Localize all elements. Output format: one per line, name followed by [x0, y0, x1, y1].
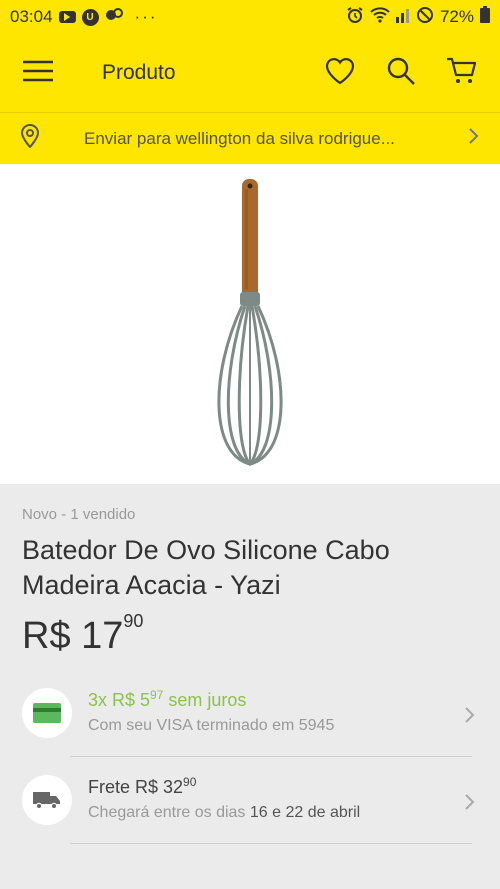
u-app-icon: U — [81, 8, 99, 26]
card-icon — [22, 688, 72, 738]
divider — [70, 843, 472, 844]
installments-suffix: sem juros — [163, 690, 247, 710]
product-price: R$ 1790 — [22, 611, 478, 658]
arrival-dates: 16 e 22 de abril — [249, 804, 361, 821]
chevron-right-icon — [468, 127, 480, 150]
menu-icon[interactable] — [22, 59, 54, 88]
shipping-address-text: Enviar para wellington da silva rodrigue… — [84, 128, 395, 148]
chevron-right-icon — [464, 793, 476, 816]
installments-cents: 97 — [150, 688, 164, 702]
chevron-right-icon — [464, 706, 476, 729]
location-pin-icon — [20, 124, 40, 153]
price-cents: 90 — [123, 611, 144, 631]
status-time: 03:04 — [10, 7, 53, 26]
shipping-row[interactable]: Frete R$ 3290 Chegará entre os dias 16 e… — [0, 775, 500, 825]
more-notifications-icon: ··· — [134, 7, 158, 26]
payment-row[interactable]: 3x R$ 597 sem juros Com seu VISA termina… — [0, 688, 500, 738]
price-integer: 17 — [81, 615, 124, 657]
youtube-icon — [58, 11, 76, 23]
page-title: Produto — [102, 61, 176, 84]
search-icon[interactable] — [386, 56, 416, 91]
arrival-prefix: Chegará entre os dias — [88, 804, 250, 821]
whisk-image — [217, 179, 283, 467]
app-bar: Produto — [0, 34, 500, 112]
product-title: Batedor De Ovo Silicone Cabo Madeira Aca… — [22, 535, 390, 600]
shipping-cents: 90 — [183, 775, 197, 789]
alarm-icon — [346, 6, 364, 29]
signal-icon — [395, 7, 410, 28]
card-description: Com seu VISA terminado em 5945 — [88, 717, 335, 734]
wifi-icon — [370, 6, 390, 28]
product-image[interactable] — [0, 164, 500, 484]
shipping-price: Frete R$ 3290 — [88, 775, 478, 798]
battery-text: 72% — [439, 7, 474, 26]
cart-icon[interactable] — [446, 56, 478, 91]
truck-icon — [22, 775, 72, 825]
messenger-icon — [105, 7, 123, 28]
shipping-label: Frete R$ 32 — [88, 777, 184, 797]
price-currency: R$ — [22, 615, 71, 657]
dnd-icon — [416, 6, 434, 29]
shipping-address-bar[interactable]: Enviar para wellington da silva rodrigue… — [0, 112, 500, 164]
product-info: Novo - 1 vendido Batedor De Ovo Silicone… — [0, 484, 500, 658]
heart-icon[interactable] — [324, 56, 356, 91]
status-bar: 03:04 U ··· 72% — [0, 0, 500, 34]
installments-text: 3x R$ 597 sem juros — [88, 688, 478, 711]
product-condition: Novo - 1 vendido — [22, 506, 136, 523]
arrival-text: Chegará entre os dias 16 e 22 de abril — [88, 804, 478, 822]
battery-icon — [480, 6, 490, 28]
installments-prefix: 3x R$ 5 — [88, 690, 151, 710]
